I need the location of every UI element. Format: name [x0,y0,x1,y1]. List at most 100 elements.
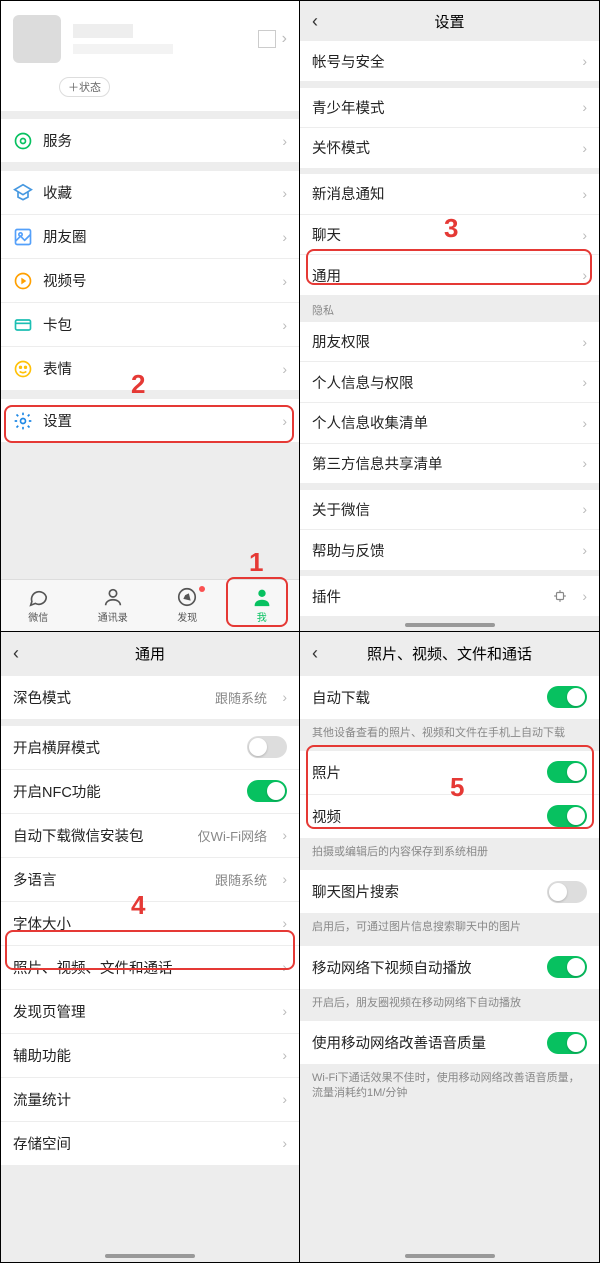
profile-header[interactable]: › [1,1,299,73]
qrcode-icon[interactable] [258,30,276,48]
tab-me[interactable]: 我 [225,580,300,631]
back-icon[interactable]: ‹ [13,643,19,664]
back-icon[interactable]: ‹ [312,11,318,32]
home-indicator [405,1254,495,1258]
row-notifications[interactable]: 新消息通知› [300,174,599,215]
row-channels[interactable]: 视频号› [1,259,299,303]
row-teen-mode[interactable]: 青少年模式› [300,88,599,129]
note-chat-image-search: 启用后，可通过图片信息搜索聊天中的图片 [300,914,599,945]
services-icon [13,131,33,151]
row-plugins[interactable]: 插件 › [300,576,599,617]
tab-label: 通讯录 [98,609,128,624]
toggle-chat-image-search[interactable] [547,881,587,903]
chevron-right-icon: › [571,542,587,558]
tab-discover[interactable]: 发现 [150,580,225,631]
chevron-right-icon: › [271,185,287,201]
pane-media-settings: ‹ 照片、视频、文件和通话 自动下载 其他设备查看的照片、视频和文件在手机上自动… [300,632,599,1263]
row-personal-perm[interactable]: 个人信息与权限› [300,362,599,403]
row-auto-download-pkg[interactable]: 自动下载微信安装包仅Wi-Fi网络› [1,814,299,858]
row-label: 帐号与安全 [312,51,571,72]
nickname-placeholder [73,24,133,38]
title-bar: ‹ 设置 [300,1,599,41]
chevron-right-icon: › [271,413,287,429]
row-traffic-stats[interactable]: 流量统计› [1,1078,299,1122]
row-about[interactable]: 关于微信› [300,490,599,531]
row-friends-perm[interactable]: 朋友权限› [300,322,599,363]
contacts-icon [102,586,124,608]
row-collect-list[interactable]: 个人信息收集清单› [300,403,599,444]
back-icon[interactable]: ‹ [312,643,318,664]
tab-chat[interactable]: 微信 [1,580,76,631]
chevron-right-icon: › [271,871,287,887]
row-label: 开启横屏模式 [13,737,247,758]
row-favorites[interactable]: 收藏› [1,171,299,215]
row-help[interactable]: 帮助与反馈› [300,530,599,571]
row-label: 新消息通知 [312,183,571,204]
row-moments[interactable]: 朋友圈› [1,215,299,259]
row-label: 移动网络下视频自动播放 [312,957,547,978]
row-label: 字体大小 [13,913,271,934]
row-label: 聊天 [312,224,571,245]
row-chat-image-search[interactable]: 聊天图片搜索 [300,870,599,914]
row-cards[interactable]: 卡包› [1,303,299,347]
toggle-photo[interactable] [547,761,587,783]
row-label: 视频号 [43,270,271,291]
title-bar: ‹ 照片、视频、文件和通话 [300,632,599,676]
row-accessibility[interactable]: 辅助功能› [1,1034,299,1078]
row-cellular-autoplay[interactable]: 移动网络下视频自动播放 [300,946,599,990]
row-thirdparty[interactable]: 第三方信息共享清单› [300,444,599,485]
toggle-landscape[interactable] [247,736,287,758]
toggle-nfc[interactable] [247,780,287,802]
note-cellular-autoplay: 开启后，朋友圈视频在移动网络下自动播放 [300,990,599,1021]
row-media-settings[interactable]: 照片、视频、文件和通话› [1,946,299,990]
toggle-voip-cellular[interactable] [547,1032,587,1054]
row-chat[interactable]: 聊天› [300,215,599,256]
status-chip[interactable]: ＋状态 [59,77,110,97]
row-stickers[interactable]: 表情› [1,347,299,391]
row-services[interactable]: 服务› [1,119,299,163]
row-language[interactable]: 多语言跟随系统› [1,858,299,902]
tab-contacts[interactable]: 通讯录 [76,580,151,631]
chevron-right-icon: › [271,133,287,149]
row-voip-cellular[interactable]: 使用移动网络改善语音质量 [300,1021,599,1065]
chevron-right-icon: › [271,915,287,931]
toggle-video[interactable] [547,805,587,827]
row-storage[interactable]: 存储空间› [1,1122,299,1166]
row-nfc[interactable]: 开启NFC功能 [1,770,299,814]
row-label: 存储空间 [13,1133,271,1154]
row-dark-mode[interactable]: 深色模式跟随系统› [1,676,299,720]
row-settings[interactable]: 设置› [1,399,299,443]
chat-icon [27,586,49,608]
chevron-right-icon: › [571,374,587,390]
tab-label: 我 [257,609,267,624]
chevron-right-icon: › [571,186,587,202]
note-album: 拍摄或编辑后的内容保存到系统相册 [300,839,599,870]
row-font-size[interactable]: 字体大小› [1,902,299,946]
row-label: 青少年模式 [312,97,571,118]
section-header-privacy: 隐私 [300,296,599,322]
toggle-cellular-autoplay[interactable] [547,956,587,978]
page-title: 通用 [135,643,165,664]
row-label: 流量统计 [13,1089,271,1110]
tab-bar: 微信 通讯录 发现 我 [1,579,299,631]
row-general[interactable]: 通用› [300,255,599,296]
row-landscape[interactable]: 开启横屏模式 [1,726,299,770]
row-label: 深色模式 [13,687,215,708]
chevron-right-icon: › [271,959,287,975]
row-label: 帮助与反馈 [312,540,571,561]
tab-label: 发现 [177,609,197,624]
me-icon [251,586,273,608]
row-label: 照片、视频、文件和通话 [13,957,271,978]
row-auto-download[interactable]: 自动下载 [300,676,599,720]
row-account-security[interactable]: 帐号与安全› [300,41,599,82]
row-discover-mgmt[interactable]: 发现页管理› [1,990,299,1034]
row-label: 使用移动网络改善语音质量 [312,1032,547,1053]
row-video[interactable]: 视频 [300,795,599,839]
chevron-right-icon: › [271,1003,287,1019]
row-label: 设置 [43,410,271,431]
row-photo[interactable]: 照片 [300,751,599,795]
toggle-auto-download[interactable] [547,686,587,708]
row-label: 多语言 [13,869,215,890]
gear-icon [13,411,33,431]
row-care-mode[interactable]: 关怀模式› [300,128,599,169]
